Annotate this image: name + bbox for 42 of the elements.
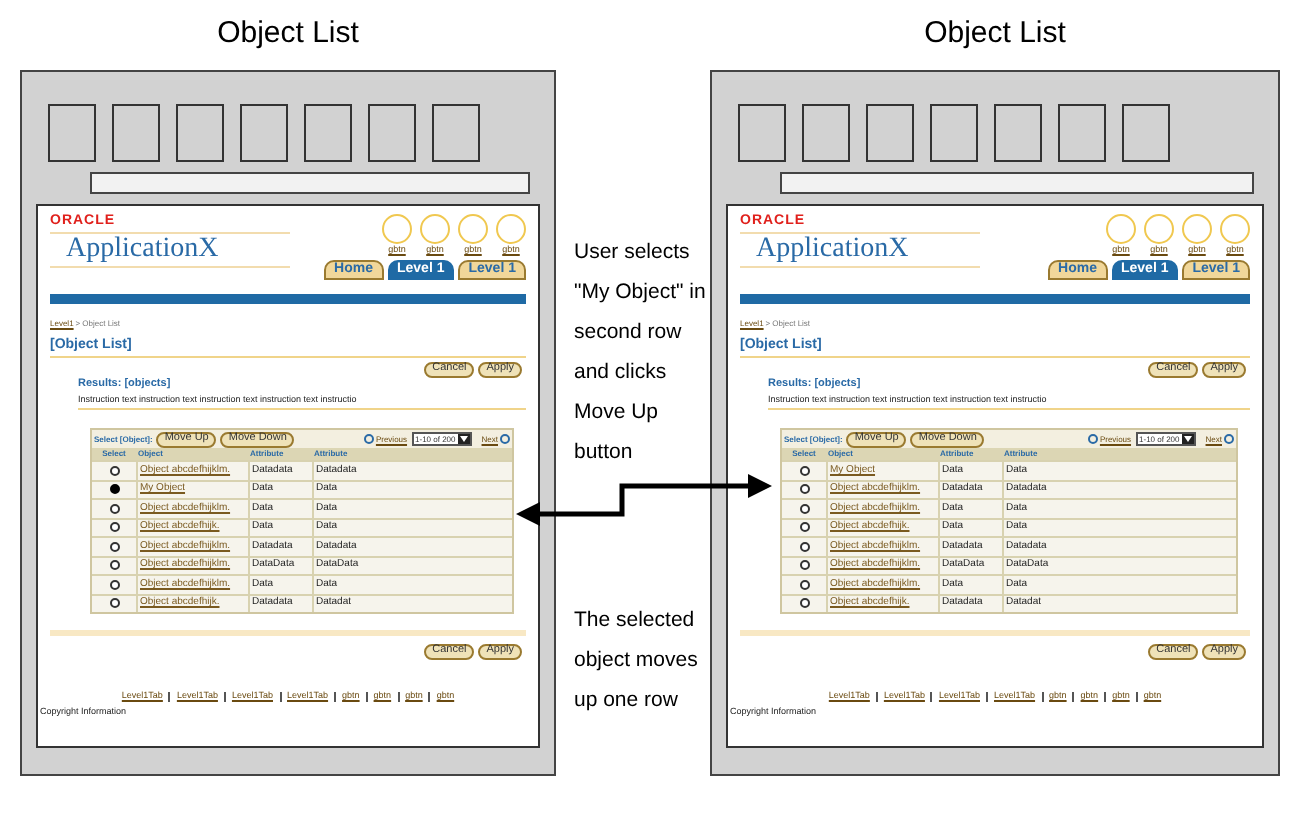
radio-button[interactable] <box>109 598 119 609</box>
toolbar-placeholder <box>930 104 978 162</box>
toolbar-placeholder <box>994 104 1042 162</box>
next-icon[interactable] <box>1224 434 1234 444</box>
annotation-text: User selects "My Object" in second row and clicks Move Up button <box>574 238 708 468</box>
radio-button[interactable] <box>799 560 809 571</box>
radio-button[interactable] <box>799 522 809 533</box>
radio-button[interactable] <box>109 465 119 476</box>
app-name: ApplicationX <box>64 236 219 264</box>
radio-button[interactable] <box>799 598 809 609</box>
radio-button[interactable] <box>109 560 119 571</box>
toolbar-placeholder <box>1122 104 1170 162</box>
annotation-text: The selected object moves up one row <box>574 606 700 716</box>
toolbar-placeholder <box>802 104 850 162</box>
previous-icon[interactable] <box>1087 434 1098 444</box>
toolbar-placeholder <box>368 104 416 162</box>
radio-button[interactable] <box>109 484 119 495</box>
toolbar-placeholder <box>112 104 160 162</box>
radio-button[interactable] <box>799 541 809 552</box>
radio-button[interactable] <box>799 579 809 590</box>
dropdown-arrow-icon <box>457 434 470 444</box>
radio-button[interactable] <box>799 465 809 476</box>
radio-button[interactable] <box>109 503 119 514</box>
toolbar-placeholder <box>1058 104 1106 162</box>
radio-button[interactable] <box>109 541 119 552</box>
toolbar-placeholder <box>432 104 480 162</box>
app-name: ApplicationX <box>754 236 909 264</box>
radio-button[interactable] <box>109 522 119 533</box>
radio-button[interactable] <box>109 579 119 590</box>
toolbar-placeholder <box>240 104 288 162</box>
toolbar-placeholder <box>176 104 224 162</box>
dropdown-arrow-icon <box>1181 434 1194 444</box>
radio-button[interactable] <box>799 503 809 514</box>
radio-button[interactable] <box>799 484 809 495</box>
toolbar-placeholder <box>866 104 914 162</box>
toolbar-placeholder <box>304 104 352 162</box>
next-icon[interactable] <box>500 434 510 444</box>
panel-title: Object List <box>924 18 1066 48</box>
previous-icon[interactable] <box>363 434 374 444</box>
toolbar-placeholder <box>738 104 786 162</box>
toolbar-placeholder <box>48 104 96 162</box>
panel-title: Object List <box>217 18 359 48</box>
